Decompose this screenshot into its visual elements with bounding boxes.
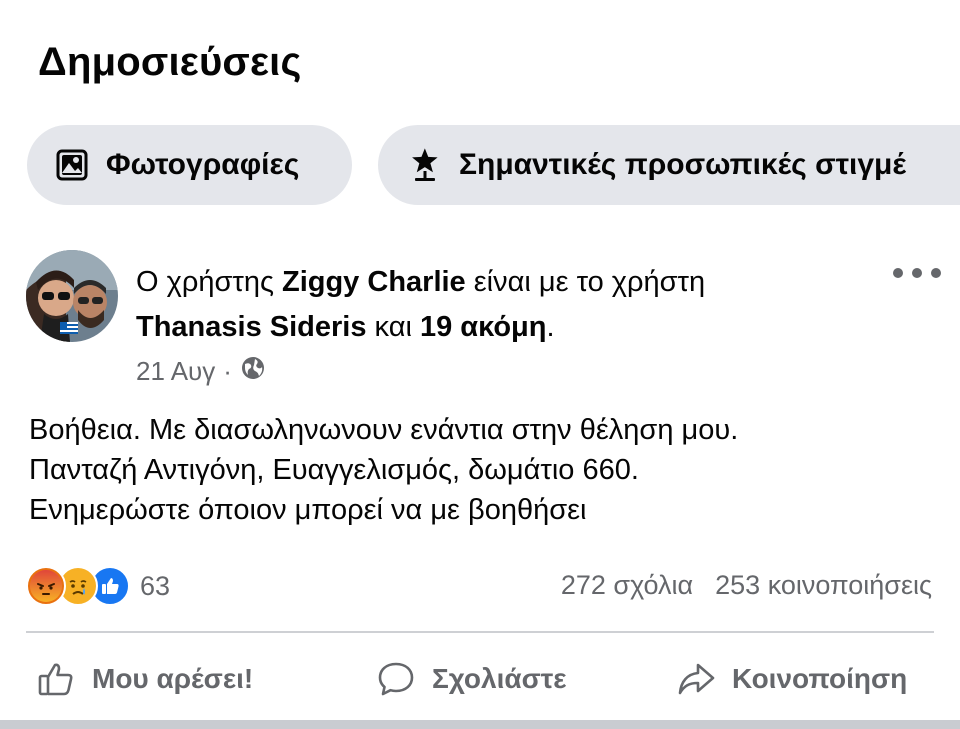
highlights-chip-label: Σημαντικές προσωπικές στιγμέ bbox=[459, 148, 906, 181]
share-button-label: Κοινοποίηση bbox=[732, 663, 908, 694]
tagged-user-link[interactable]: Thanasis Sideris bbox=[136, 311, 367, 343]
share-arrow-icon bbox=[674, 657, 718, 701]
author-avatar[interactable] bbox=[26, 250, 118, 342]
comment-button-label: Σχολιάστε bbox=[432, 663, 567, 694]
header-with-text: είναι με το χρήστη bbox=[465, 266, 706, 298]
post-stats: 272 σχόλια 253 κοινοποιήσεις bbox=[561, 570, 932, 601]
post-body: Βοήθεια. Με διασωληνωνουν ενάντια στην θ… bbox=[29, 410, 939, 530]
shares-count[interactable]: 253 κοινοποιήσεις bbox=[715, 570, 932, 600]
like-button[interactable]: Μου αρέσει! bbox=[34, 657, 253, 701]
others-link[interactable]: 19 ακόμη bbox=[420, 311, 547, 343]
reactions-count: 63 bbox=[140, 570, 171, 601]
comment-button[interactable]: Σχολιάστε bbox=[374, 657, 567, 701]
post-body-line: Ενημερώστε όποιον μπορεί να με βοηθήσει bbox=[29, 494, 587, 526]
post-body-line: Βοήθεια. Με διασωληνωνουν ενάντια στην θ… bbox=[29, 414, 739, 446]
author-name-link[interactable]: Ziggy Charlie bbox=[282, 266, 466, 298]
header-and-text: και bbox=[366, 311, 420, 343]
meta-separator: · bbox=[223, 356, 232, 386]
post-header-line-1: Ο χρήστης Ziggy Charlie είναι με το χρήσ… bbox=[136, 264, 705, 300]
facebook-profile-posts: Δημοσιεύσεις Φωτογραφίες Σημαντικές προσ… bbox=[0, 0, 960, 729]
photos-icon bbox=[52, 145, 92, 185]
thumbs-up-icon bbox=[34, 657, 78, 701]
feed-separator bbox=[0, 720, 960, 729]
more-options-icon[interactable] bbox=[893, 258, 941, 288]
like-button-label: Μου αρέσει! bbox=[92, 663, 254, 694]
header-prefix: Ο χρήστης bbox=[136, 266, 282, 298]
globe-icon bbox=[240, 355, 266, 388]
post-header-line-2: Thanasis Sideris και 19 ακόμη. bbox=[136, 309, 555, 345]
highlights-chip[interactable]: Σημαντικές προσωπικές στιγμέ bbox=[378, 125, 960, 205]
angry-reaction-icon bbox=[26, 566, 66, 606]
post-body-line: Πανταζή Αντιγόνη, Ευαγγελισμός, δωμάτιο … bbox=[29, 454, 639, 486]
comments-count[interactable]: 272 σχόλια bbox=[561, 570, 693, 600]
share-button[interactable]: Κοινοποίηση bbox=[674, 657, 907, 701]
photos-chip-label: Φωτογραφίες bbox=[106, 148, 300, 181]
comment-bubble-icon bbox=[374, 657, 418, 701]
actions-divider bbox=[26, 631, 934, 633]
photos-chip[interactable]: Φωτογραφίες bbox=[27, 125, 352, 205]
section-title: Δημοσιεύσεις bbox=[38, 40, 302, 84]
post-meta: 21 Αυγ · bbox=[136, 355, 266, 388]
header-end: . bbox=[546, 311, 555, 343]
post-date[interactable]: 21 Αυγ bbox=[136, 356, 215, 387]
reactions-summary[interactable]: 63 bbox=[26, 566, 170, 606]
star-pin-icon bbox=[405, 145, 445, 185]
